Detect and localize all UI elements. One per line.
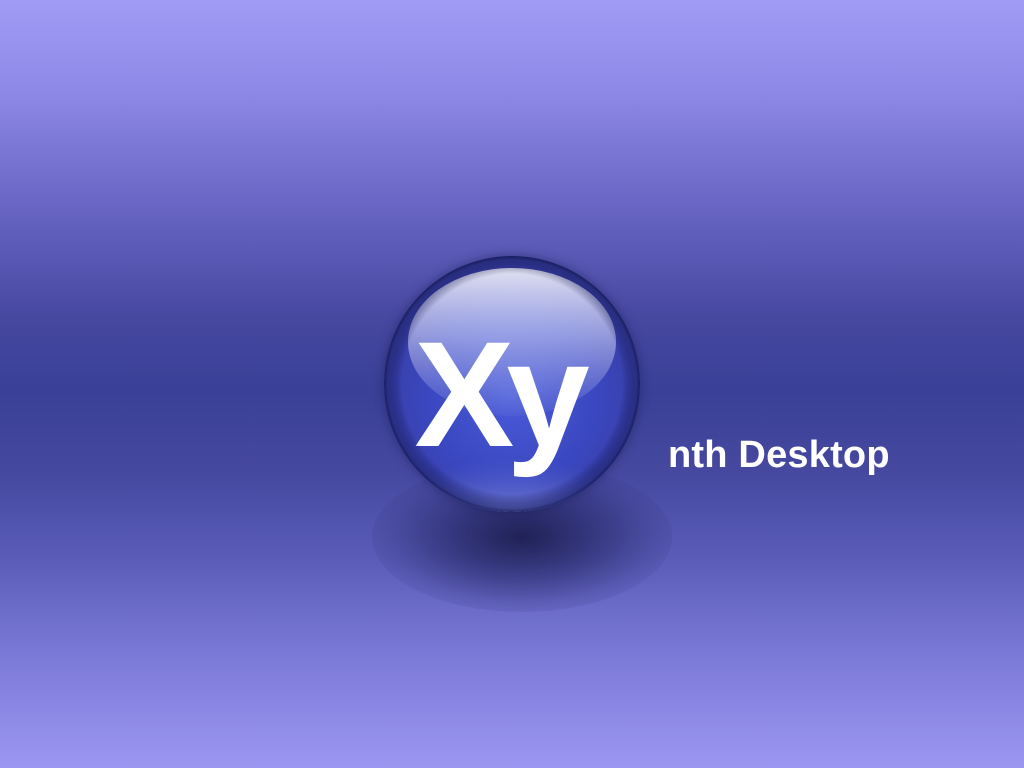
desktop-background: Xy nth Desktop [0,0,1024,768]
desktop-caption: nth Desktop [668,434,890,476]
xy-orb-logo-icon: Xy [384,256,640,512]
